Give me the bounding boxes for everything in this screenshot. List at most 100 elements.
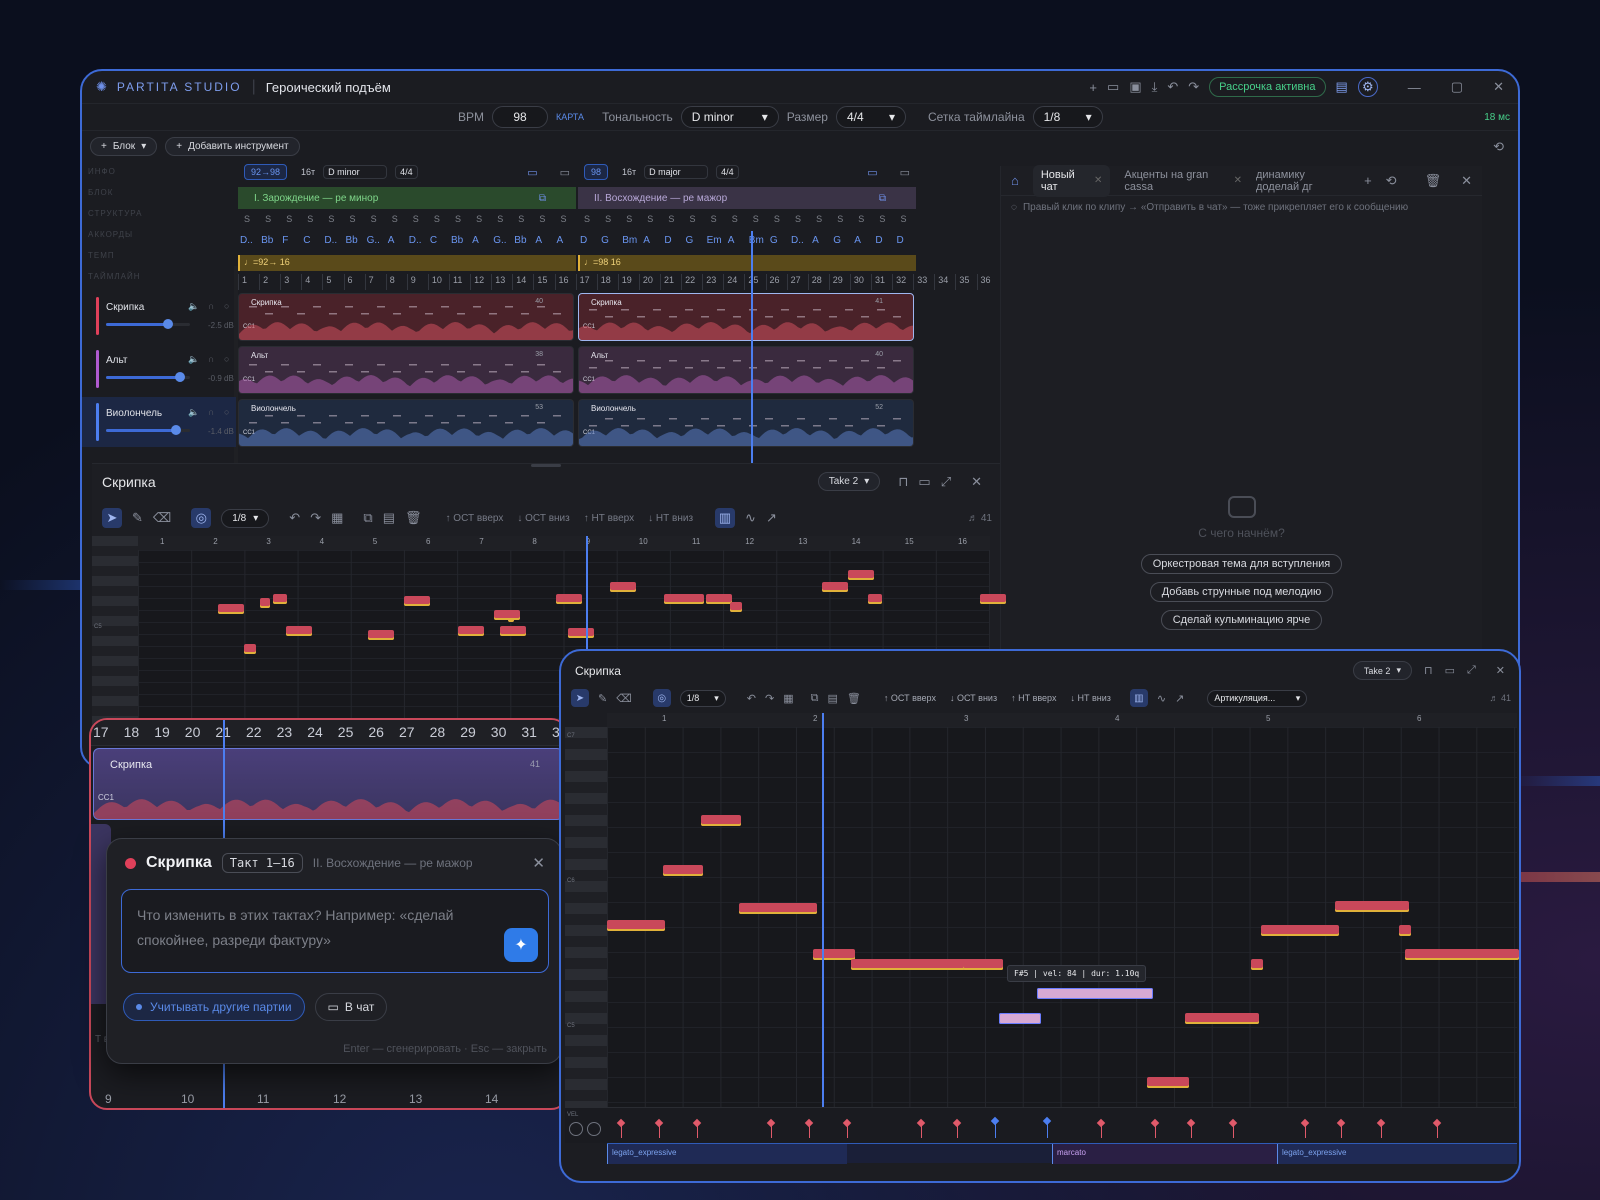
note-block[interactable] [730,602,742,612]
note-block[interactable] [1037,988,1153,999]
chord-label[interactable]: A [535,235,542,246]
tempo-lane[interactable]: ♩=98 16 [578,255,916,271]
grid-select[interactable]: 1/8 ▾ [1032,106,1103,128]
volume-slider[interactable] [171,425,181,435]
section-division[interactable]: 16т [622,167,636,177]
snap-icon[interactable]: ◎ [652,689,671,707]
expand-icon[interactable]: ⤢ [941,474,951,490]
velocity-point[interactable] [842,1118,852,1128]
consider-other-parts-toggle[interactable]: Учитывать другие партии [123,993,305,1021]
chord-label[interactable]: D.. [240,235,253,246]
trash-icon[interactable]: 🗑 [1425,173,1442,189]
bpm-input[interactable]: 98 [492,106,549,128]
history-icon[interactable]: ⟲ [1493,139,1504,155]
editor2-grid[interactable]: C7 C6 C5 1 2 3 4 5 6 F#5 | vel: 84 | dur: 1.10q VE… [565,713,1519,1181]
track-clip[interactable]: Виолончель52CC1 [578,399,914,447]
velocity-lane[interactable]: VEL [565,1107,1517,1143]
suggestion-chip[interactable]: Сделай кульминацию ярче [1160,610,1323,630]
curve-icon[interactable]: ∿ [1157,692,1166,705]
note-block[interactable] [739,903,817,914]
velocity-point[interactable] [1432,1118,1442,1128]
velocity-point[interactable] [1186,1118,1196,1128]
resize-handle[interactable] [531,464,561,467]
note-block[interactable] [663,865,703,876]
velocity-point[interactable] [692,1118,702,1128]
close-icon[interactable]: ✕ [1234,175,1242,186]
track-clip[interactable]: Скрипка41CC1 [578,293,914,341]
articulation-select[interactable]: Артикуляция... ▾ [1207,689,1308,707]
note-block[interactable] [868,594,882,604]
velocity-knob[interactable] [569,1122,583,1136]
track-header[interactable]: Виолончель 🔈 ∩ ○ -1.4 dB [82,397,236,447]
chord-label[interactable]: F [282,235,288,246]
redo-icon[interactable]: ↷ [1188,79,1199,95]
record-icon[interactable]: ○ [224,354,229,364]
pointer-tool-icon[interactable]: ➤ [571,689,589,707]
new-chat-icon[interactable]: + [1364,173,1372,188]
transpose-button[interactable]: ↑ НТ вверх [1011,693,1056,703]
note-block[interactable] [980,594,1006,604]
headphones-icon[interactable]: ∩ [208,354,214,364]
status-badge[interactable]: Рассрочка активна [1209,77,1326,97]
paste-icon[interactable]: ▤ [383,510,395,526]
chord-label[interactable]: Bb [346,235,358,246]
track-clip[interactable]: Альт38CC1 [238,346,574,394]
chord-label[interactable]: Bb [261,235,273,246]
grid-select[interactable]: 1/8 ▾ [221,508,270,528]
note-block[interactable] [1251,959,1263,970]
comment-icon[interactable]: ▭ [560,166,570,179]
chord-label[interactable]: G [833,235,841,246]
velocity-point[interactable] [1042,1116,1052,1126]
chord-label[interactable]: Bb [514,235,526,246]
close-icon[interactable]: ✕ [1461,173,1472,189]
paste-icon[interactable]: ▤ [827,692,837,705]
settings-icon[interactable]: ⚙ [1357,77,1378,97]
close-icon[interactable]: ✕ [532,854,545,872]
track-header[interactable]: Скрипка 🔈 ∩ ○ -2.5 dB [82,291,236,341]
note-block[interactable] [1405,949,1519,960]
chord-label[interactable]: D [580,235,587,246]
ai-prompt-input[interactable]: Что изменить в этих тактах? Например: «с… [121,889,549,973]
chord-label[interactable]: D.. [324,235,337,246]
transpose-button[interactable]: ↓ ОСТ вниз [517,513,569,524]
copy-icon[interactable]: ⧉ [811,692,819,705]
undo-icon[interactable]: ↶ [1167,79,1178,95]
transpose-button[interactable]: ↓ ОСТ вниз [950,693,997,703]
record-icon[interactable]: ○ [224,301,229,311]
transpose-button[interactable]: ↑ НТ вверх [584,513,634,524]
track-clip[interactable]: Виолончель 53 CC1 [238,399,574,447]
chord-label[interactable]: D [897,235,904,246]
comment-icon[interactable]: ▭ [918,474,930,490]
quantize-icon[interactable]: ▦ [783,692,793,705]
chord-label[interactable]: A [388,235,395,246]
velocity-point[interactable] [1228,1118,1238,1128]
section-division[interactable]: 16т [301,167,315,177]
note-block[interactable] [701,815,741,826]
articulation-segment[interactable]: marcato [1052,1144,1277,1164]
chord-label[interactable]: D [875,235,882,246]
section-meter[interactable]: 4/4 [395,165,418,179]
pointer-tool-icon[interactable]: ➤ [102,508,122,528]
snap-icon[interactable]: ◎ [191,508,212,528]
chat-toggle-icon[interactable]: ▤ [1336,79,1348,95]
mute-icon[interactable]: 🔈 [188,301,199,312]
velocity-point[interactable] [1336,1118,1346,1128]
velocity-point[interactable] [766,1118,776,1128]
grid-icon[interactable]: ▭ [527,166,537,179]
track-clip[interactable]: Скрипка40CC1 [238,293,574,341]
chord-label[interactable]: D.. [409,235,422,246]
to-chat-button[interactable]: ▭ В чат [314,993,388,1021]
pencil-tool-icon[interactable]: ✎ [132,510,143,526]
section-meter[interactable]: 4/4 [716,165,739,179]
volume-slider[interactable] [163,319,173,329]
redo-icon[interactable]: ↷ [765,692,774,705]
section-tempo[interactable]: 98 [584,164,609,180]
chord-label[interactable]: G [686,235,694,246]
chat-tab-0[interactable]: Новый чат ✕ [1032,164,1111,197]
section-tempo[interactable]: 92→98 [244,164,288,180]
add-instrument-button[interactable]: + Добавить инструмент [165,136,300,156]
zoom-clip[interactable]: Скрипка 41 CC1 [93,748,563,820]
chord-label[interactable]: A [472,235,479,246]
velocity-point[interactable] [654,1118,664,1128]
note-block[interactable] [1261,925,1339,936]
